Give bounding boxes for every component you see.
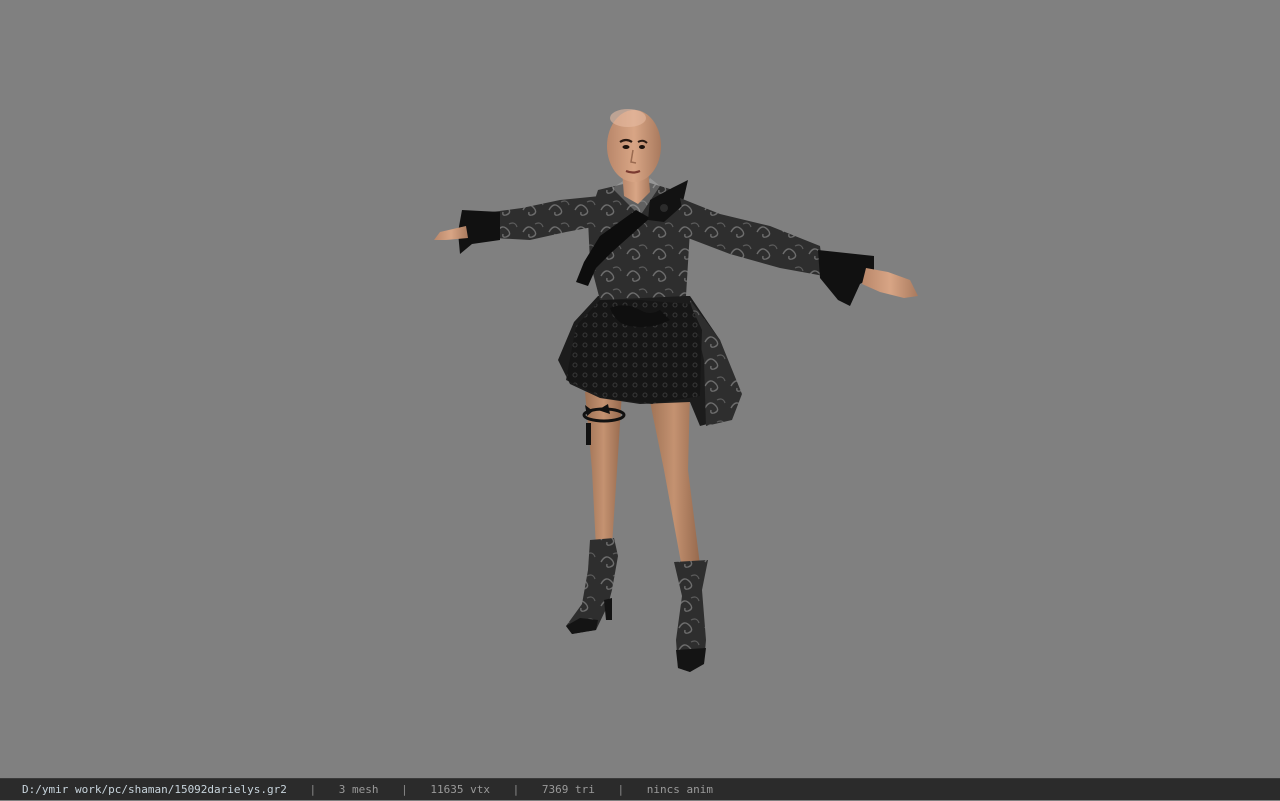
head xyxy=(607,109,661,182)
separator: | xyxy=(401,783,408,796)
left-leg xyxy=(585,392,622,548)
status-bar: D:/ymir work/pc/shaman/15092darielys.gr2… xyxy=(0,778,1280,800)
separator: | xyxy=(617,783,625,796)
right-boot xyxy=(674,560,708,672)
right-leg xyxy=(648,392,700,568)
left-boot xyxy=(566,538,618,634)
anim-status-label: nincs anim xyxy=(646,783,713,796)
vertex-count-label: 11635 vtx xyxy=(430,783,491,796)
character-model[interactable] xyxy=(0,0,1280,778)
mesh-count-label: 3 mesh xyxy=(338,783,379,796)
file-path-label: D:/ymir work/pc/shaman/15092darielys.gr2 xyxy=(22,783,287,796)
3d-viewport[interactable] xyxy=(0,0,1280,778)
separator: | xyxy=(309,783,317,796)
triangle-count-label: 7369 tri xyxy=(541,783,595,796)
left-arm xyxy=(434,196,600,254)
separator: | xyxy=(512,783,520,796)
right-arm xyxy=(680,198,918,306)
